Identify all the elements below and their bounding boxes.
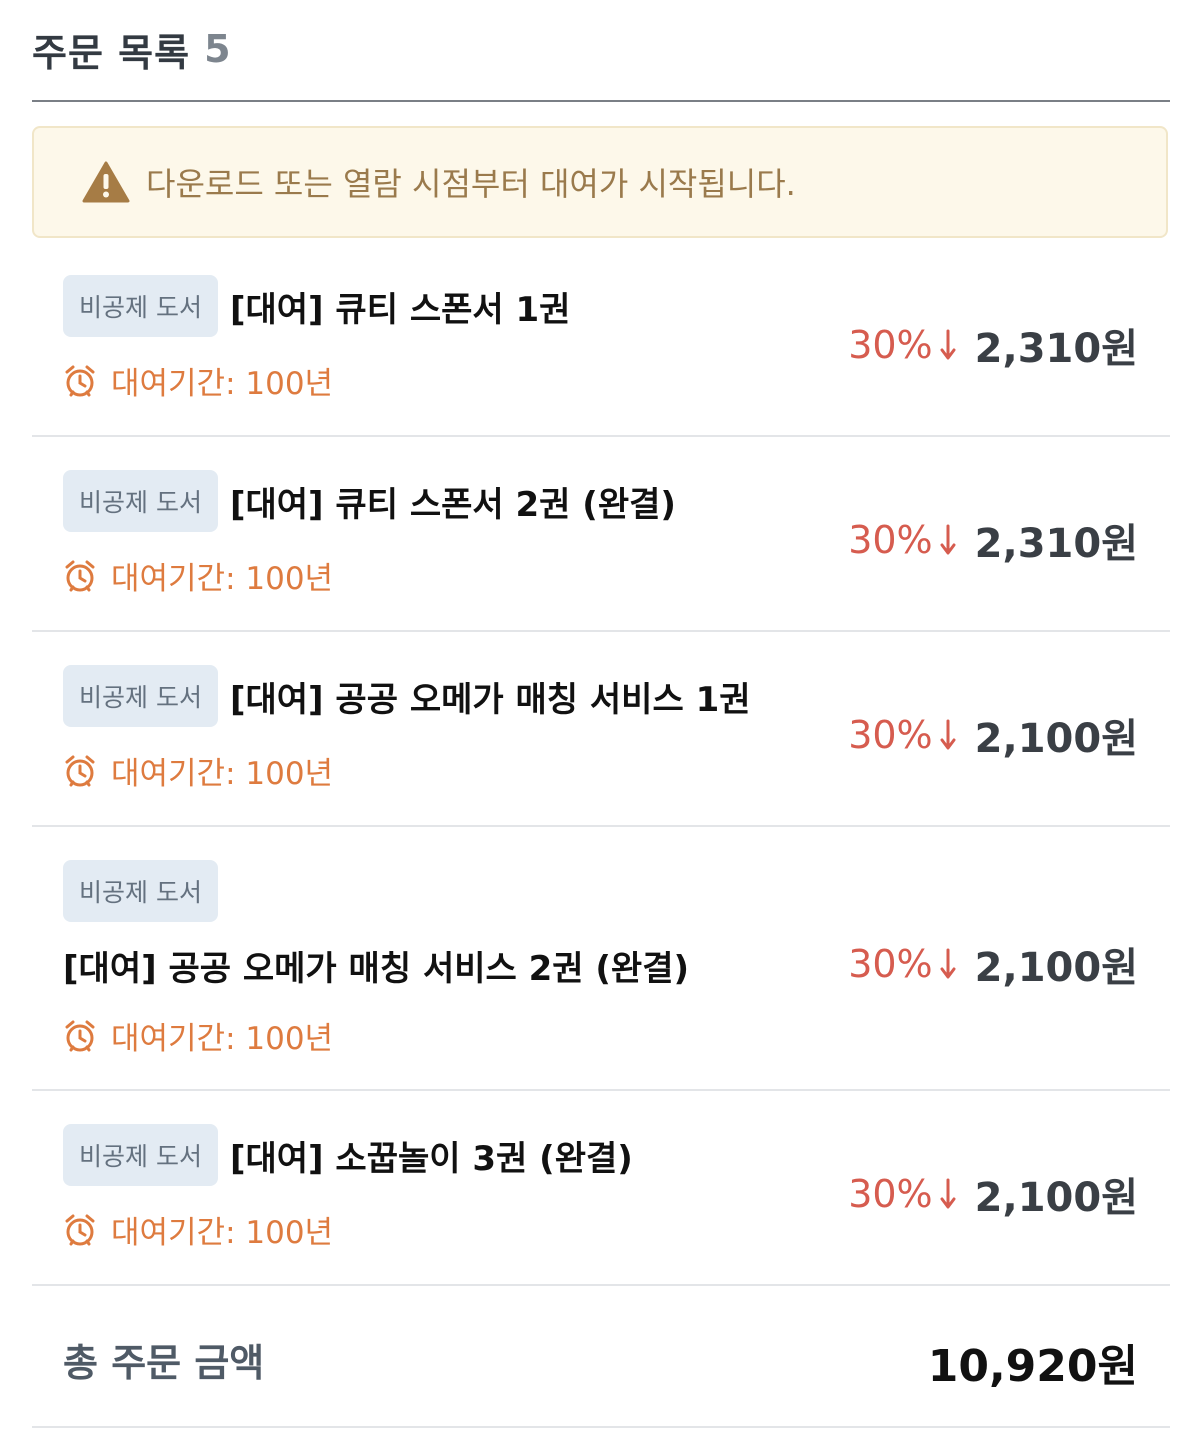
- item-price: 30% 2,100원: [848, 935, 1138, 993]
- arrow-down-icon: [940, 524, 956, 555]
- item-price: 30% 2,310원: [848, 316, 1138, 374]
- discount-rate: 30%: [848, 942, 933, 986]
- discount-rate: 30%: [848, 1172, 933, 1216]
- alarm-clock-icon: [65, 560, 95, 591]
- item-title: [대여] 공공 오메가 매칭 서비스 1권: [229, 679, 751, 720]
- order-item[interactable]: 비공제 도서 [대여] 소꿉놀이 3권 (완결) 대여기간: 100년 30% …: [32, 1089, 1170, 1286]
- non-deductible-badge: 비공제 도서: [63, 860, 218, 922]
- discount-rate: 30%: [848, 713, 933, 757]
- total-label: 총 주문 금액: [63, 1341, 265, 1385]
- item-price: 30% 2,100원: [848, 1165, 1138, 1223]
- non-deductible-badge: 비공제 도서: [63, 665, 218, 727]
- arrow-down-icon: [940, 329, 956, 360]
- price-amount: 2,100원: [974, 716, 1138, 762]
- rental-period: 대여기간: 100년: [111, 1215, 334, 1251]
- item-title: [대여] 소꿉놀이 3권 (완결): [229, 1138, 633, 1179]
- price-amount: 2,100원: [974, 945, 1138, 991]
- item-title: [대여] 공공 오메가 매칭 서비스 2권 (완결): [63, 949, 690, 989]
- price-amount: 2,100원: [974, 1175, 1138, 1221]
- rental-notice: 다운로드 또는 열람 시점부터 대여가 시작됩니다.: [32, 126, 1168, 238]
- item-price: 30% 2,100원: [848, 706, 1138, 764]
- order-total: 총 주문 금액 10,920원: [32, 1286, 1170, 1428]
- non-deductible-badge: 비공제 도서: [63, 1124, 218, 1186]
- arrow-down-icon: [940, 719, 956, 750]
- order-item[interactable]: 비공제 도서 [대여] 공공 오메가 매칭 서비스 1권 대여기간: 100년 …: [32, 630, 1170, 827]
- arrow-down-icon: [940, 1178, 956, 1209]
- item-price: 30% 2,310원: [848, 511, 1138, 569]
- rental-period: 대여기간: 100년: [111, 756, 334, 792]
- rental-period: 대여기간: 100년: [111, 366, 334, 402]
- rental-period: 대여기간: 100년: [111, 561, 334, 597]
- header-divider: [32, 100, 1170, 102]
- discount-rate: 30%: [848, 323, 933, 367]
- arrow-down-icon: [940, 948, 956, 979]
- price-amount: 2,310원: [974, 326, 1138, 372]
- alarm-clock-icon: [65, 1020, 95, 1051]
- order-list-page: 주문 목록 5 다운로드 또는 열람 시점부터 대여가 시작됩니다. 비공제 도…: [0, 0, 1200, 1440]
- order-count: 5: [204, 27, 231, 71]
- order-item[interactable]: 비공제 도서 [대여] 큐티 스폰서 2권 (완결) 대여기간: 100년 30…: [32, 435, 1170, 632]
- alarm-clock-icon: [65, 1214, 95, 1245]
- rental-period: 대여기간: 100년: [111, 1021, 334, 1057]
- non-deductible-badge: 비공제 도서: [63, 470, 218, 532]
- discount-rate: 30%: [848, 518, 933, 562]
- page-title: 주문 목록: [32, 30, 191, 75]
- order-list-header: 주문 목록 5: [32, 14, 231, 84]
- order-item[interactable]: 비공제 도서 [대여] 공공 오메가 매칭 서비스 2권 (완결) 대여기간: …: [32, 825, 1170, 1091]
- item-title: [대여] 큐티 스폰서 1권: [229, 289, 571, 330]
- item-title: [대여] 큐티 스폰서 2권 (완결): [229, 484, 676, 525]
- total-amount: 10,920원: [927, 1341, 1138, 1392]
- alarm-clock-icon: [65, 755, 95, 786]
- non-deductible-badge: 비공제 도서: [63, 275, 218, 337]
- notice-text: 다운로드 또는 열람 시점부터 대여가 시작됩니다.: [146, 165, 796, 203]
- alarm-clock-icon: [65, 365, 95, 396]
- warning-icon: [82, 161, 130, 203]
- price-amount: 2,310원: [974, 521, 1138, 567]
- order-item[interactable]: 비공제 도서 [대여] 큐티 스폰서 1권 대여기간: 100년 30% 2,3…: [32, 240, 1170, 437]
